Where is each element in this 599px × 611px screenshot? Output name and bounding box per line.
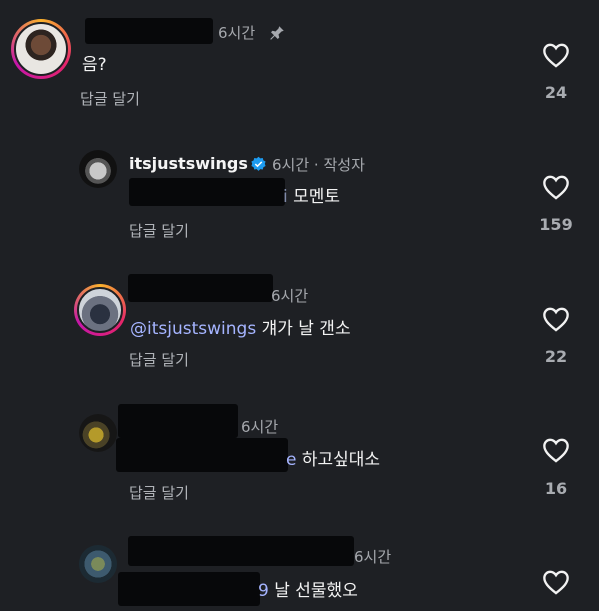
comment-text: @itsjustswings 걔가 날 갠소 <box>130 314 351 339</box>
comment-time: 6시간 <box>218 24 256 42</box>
mention-link[interactable]: 9 <box>258 581 269 601</box>
reply-item: itsjustswings 6시간 · 작성자 i 모멘토 답글 달기 159 <box>0 140 599 270</box>
redacted-mention <box>116 438 288 472</box>
comment-text-value: 걔가 날 갠소 <box>256 319 351 339</box>
comment-text: i 모멘토 <box>283 182 340 207</box>
reply-button[interactable]: 답글 달기 <box>129 482 189 503</box>
comment-time: 6시간 <box>354 548 392 566</box>
comment-time: 6시간 <box>271 287 309 305</box>
comment-text: 9 날 선물했오 <box>258 576 358 601</box>
like-count: 22 <box>544 347 568 366</box>
redacted-username <box>85 18 213 44</box>
reply-item: 6시간 @itsjustswings 걔가 날 갠소 답글 달기 22 <box>0 272 599 402</box>
verified-badge-icon <box>251 156 266 171</box>
redacted-mention <box>129 178 285 206</box>
comment-text-value: 모멘토 <box>287 187 341 207</box>
like-count: 159 <box>539 215 573 234</box>
comment-time-value: 6시간 <box>272 156 310 174</box>
heart-outline-icon[interactable] <box>542 569 570 595</box>
separator: · <box>309 156 324 174</box>
redacted-username <box>128 536 354 566</box>
comment-time: 6시간 <box>241 418 279 436</box>
avatar[interactable] <box>11 19 71 79</box>
avatar[interactable] <box>74 284 126 336</box>
comment-time: 6시간 · 작성자 <box>272 154 365 175</box>
avatar[interactable] <box>79 545 117 583</box>
comment-text-value: 날 선물했오 <box>268 581 358 601</box>
comment-item: 6시간 음? 답글 달기 24 <box>0 0 599 130</box>
redacted-username <box>118 404 238 438</box>
reply-button[interactable]: 답글 달기 <box>129 349 189 370</box>
mention-link[interactable]: @itsjustswings <box>130 319 256 339</box>
reply-username[interactable]: itsjustswings <box>129 154 248 173</box>
redacted-mention <box>118 572 260 606</box>
reply-button[interactable]: 답글 달기 <box>80 88 140 109</box>
mention-link[interactable]: e <box>286 450 296 470</box>
heart-outline-icon[interactable] <box>542 437 570 463</box>
heart-outline-icon[interactable] <box>542 42 570 68</box>
like-count: 16 <box>544 479 568 498</box>
redacted-username <box>128 274 273 302</box>
heart-outline-icon[interactable] <box>542 174 570 200</box>
heart-outline-icon[interactable] <box>542 306 570 332</box>
pin-icon <box>270 26 284 40</box>
comment-text: e 하고싶대소 <box>286 445 380 470</box>
reply-item: 6시간 9 날 선물했오 <box>0 532 599 611</box>
avatar[interactable] <box>79 414 117 452</box>
comment-text: 음? <box>82 55 107 75</box>
author-badge: 작성자 <box>323 156 365 174</box>
avatar[interactable] <box>79 150 117 188</box>
like-count: 24 <box>544 83 568 102</box>
reply-button[interactable]: 답글 달기 <box>129 220 189 241</box>
reply-item: 6시간 e 하고싶대소 답글 달기 16 <box>0 400 599 530</box>
comment-text-value: 하고싶대소 <box>296 450 381 470</box>
